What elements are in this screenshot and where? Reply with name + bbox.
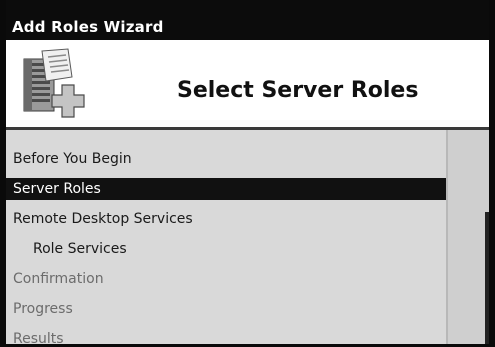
nav-item-label: Confirmation xyxy=(13,271,104,287)
page-title: Select Server Roles xyxy=(177,78,419,103)
content-pane-edge xyxy=(485,212,489,344)
nav-item-label: Server Roles xyxy=(13,181,101,197)
nav-item-results: Results xyxy=(6,328,446,347)
wizard-header: Select Server Roles xyxy=(6,40,489,127)
wizard-window: Add Roles Wizard Select Server Roles Bef… xyxy=(0,0,495,347)
nav-item-label: Before You Begin xyxy=(13,151,132,167)
nav-item-remote-desktop-services[interactable]: Remote Desktop Services xyxy=(6,208,446,230)
nav-item-confirmation: Confirmation xyxy=(6,268,446,290)
nav-item-label: Progress xyxy=(13,301,73,317)
nav-item-label: Results xyxy=(13,331,64,347)
wizard-steps-nav: Before You Begin Server Roles Remote Des… xyxy=(6,130,446,347)
title-bar[interactable]: Add Roles Wizard xyxy=(6,0,489,40)
nav-item-label: Role Services xyxy=(33,241,127,257)
window-title: Add Roles Wizard xyxy=(12,18,164,36)
nav-item-progress: Progress xyxy=(6,298,446,320)
nav-item-label: Remote Desktop Services xyxy=(13,211,193,227)
nav-item-server-roles[interactable]: Server Roles xyxy=(6,178,446,200)
server-add-icon xyxy=(18,47,90,121)
nav-item-before-you-begin[interactable]: Before You Begin xyxy=(6,148,446,170)
nav-item-role-services[interactable]: Role Services xyxy=(6,238,446,260)
